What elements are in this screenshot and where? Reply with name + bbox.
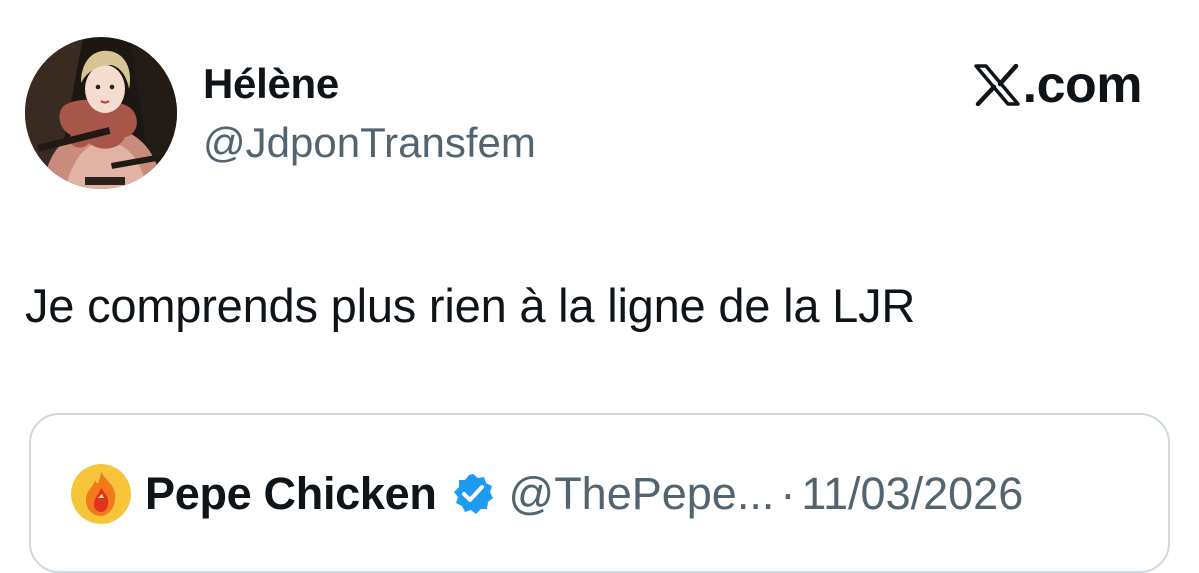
quoted-tweet-card[interactable]: Pepe Chicken @ThePepe... · 11/03/2026	[29, 413, 1170, 573]
quoted-separator: ·	[780, 468, 796, 519]
quoted-tweet-header: Pepe Chicken @ThePepe... · 11/03/2026	[71, 464, 1023, 524]
rooster-flame-avatar[interactable]	[71, 464, 131, 524]
author-handle[interactable]: @JdponTransfem	[203, 116, 536, 170]
author-display-name[interactable]: Hélène	[203, 58, 339, 110]
x-logo-icon	[973, 64, 1020, 106]
verified-badge-icon	[451, 472, 495, 516]
portrait-avatar-image	[25, 37, 177, 189]
quoted-date[interactable]: 11/03/2026	[801, 467, 1023, 521]
brand-domain-text: .com	[1022, 56, 1143, 114]
author-avatar[interactable]	[25, 37, 177, 189]
brand-link[interactable]: .com	[973, 56, 1143, 114]
tweet-text: Je comprends plus rien à la ligne de la …	[25, 279, 916, 332]
quoted-handle[interactable]: @ThePepe...	[509, 467, 775, 521]
quoted-display-name[interactable]: Pepe Chicken	[145, 467, 437, 521]
